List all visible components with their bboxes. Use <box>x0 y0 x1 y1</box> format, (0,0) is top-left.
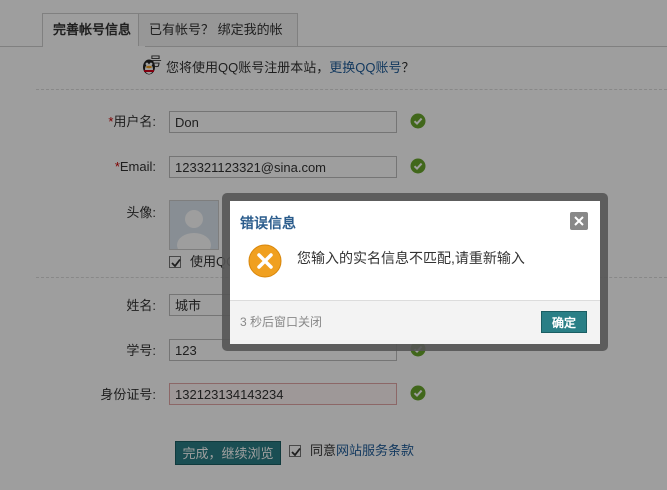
dialog-title: 错误信息 <box>240 215 296 231</box>
confirm-button[interactable]: 确定 <box>541 311 587 333</box>
close-icon[interactable] <box>570 212 588 230</box>
countdown-text: 3 秒后窗口关闭 <box>240 315 323 329</box>
error-dialog: 错误信息 您输入的实名信息不匹配,请重新输入 3 秒后窗口关闭 确定 <box>230 201 600 344</box>
dialog-footer: 3 秒后窗口关闭 确定 <box>230 300 600 344</box>
error-icon <box>248 244 282 278</box>
dialog-message: 您输入的实名信息不匹配,请重新输入 <box>297 250 525 266</box>
